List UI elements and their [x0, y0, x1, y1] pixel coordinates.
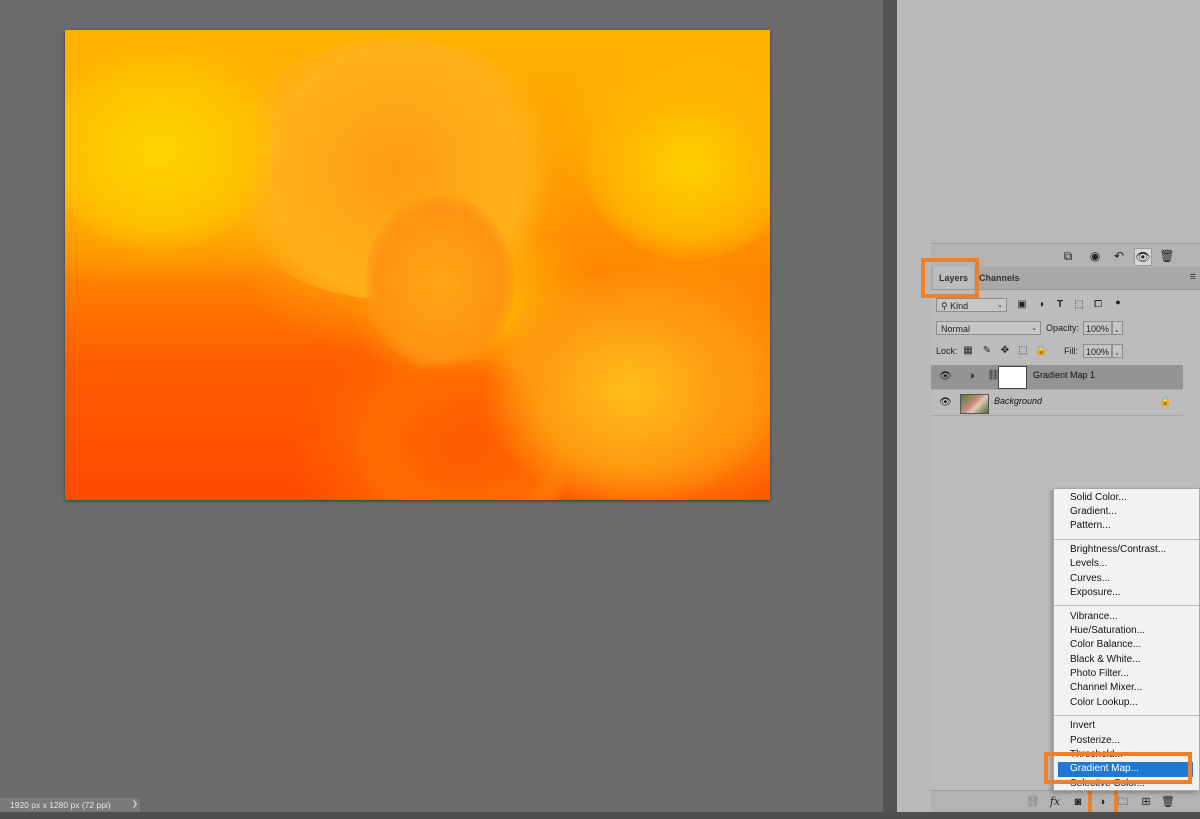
lock-artboard-icon[interactable]: ⬚	[1017, 345, 1029, 357]
document-info[interactable]: 1920 px x 1280 px (72 ppi) ❯	[0, 798, 140, 812]
chevron-down-icon: ⌄	[1114, 350, 1120, 357]
eye-icon[interactable]: 👁	[1134, 248, 1152, 266]
collapsed-panel-strip	[897, 0, 932, 812]
history-panel[interactable]	[931, 0, 1200, 243]
opacity-dropdown[interactable]: ⌄	[1112, 321, 1123, 335]
menu-item-color-balance[interactable]: Color Balance...	[1070, 638, 1141, 652]
blend-mode-select[interactable]: Normal ⌄	[936, 321, 1041, 335]
opacity-label: Opacity:	[1046, 323, 1080, 333]
opacity-value: 100%	[1086, 324, 1110, 334]
panel-menu-icon[interactable]: ≡	[1190, 271, 1196, 283]
eye-icon[interactable]: 👁	[939, 371, 952, 383]
menu-item-color-lookup[interactable]: Color Lookup...	[1070, 696, 1138, 710]
window-bottom-edge	[0, 812, 1200, 819]
lock-transparent-icon[interactable]: ▦	[962, 345, 974, 357]
menu-item-black-white[interactable]: Black & White...	[1070, 653, 1141, 667]
menu-item-levels[interactable]: Levels...	[1070, 557, 1107, 571]
document-image[interactable]	[65, 30, 770, 500]
tab-channels[interactable]: Channels	[973, 267, 1026, 289]
link-layers-icon[interactable]: ⛓	[1025, 794, 1041, 810]
filter-toggle-icon[interactable]: ●	[1112, 296, 1124, 308]
shape-filter-icon[interactable]: ⬚	[1073, 299, 1085, 311]
layer-name: Gradient Map 1	[1033, 370, 1096, 380]
menu-item-hue-saturation[interactable]: Hue/Saturation...	[1070, 624, 1145, 638]
smart-object-filter-icon[interactable]: ⧠	[1092, 299, 1104, 311]
layer-row-gradient-map[interactable]: 👁 ◑ ⛓ Gradient Map 1	[931, 365, 1183, 390]
fill-dropdown[interactable]: ⌄	[1112, 344, 1123, 358]
filter-kind-select[interactable]: ⚲ Kind ⌄	[936, 298, 1007, 312]
canvas-area[interactable]	[0, 0, 883, 798]
fill-input[interactable]: 100%	[1083, 344, 1112, 358]
menu-item-photo-filter[interactable]: Photo Filter...	[1070, 667, 1129, 681]
lock-row: Lock: ▦ ✎ ✥ ⬚ 🔒 Fill: 100% ⌄	[931, 343, 1200, 361]
chevron-right-icon[interactable]: ❯	[132, 798, 138, 812]
menu-separator	[1054, 539, 1199, 540]
fill-value: 100%	[1086, 347, 1110, 357]
menu-item-brightness-contrast[interactable]: Brightness/Contrast...	[1070, 543, 1166, 557]
layer-mask-thumbnail[interactable]	[998, 366, 1027, 389]
lock-paint-icon[interactable]: ✎	[981, 345, 993, 357]
type-filter-icon[interactable]: T	[1054, 299, 1066, 311]
search-icon: ⚲	[941, 301, 948, 311]
layer-row-background[interactable]: 👁 Background 🔒	[931, 391, 1183, 416]
add-mask-icon[interactable]: ◙	[1070, 794, 1086, 810]
layers-footer: ⛓ fx ◙ ◑ 🗀 ⊞ 🗑	[931, 790, 1200, 813]
layer-filter-row: ⚲ Kind ⌄ ▣ ◑ T ⬚ ⧠ ●	[931, 296, 1200, 314]
menu-item-pattern[interactable]: Pattern...	[1070, 519, 1111, 533]
lock-label: Lock:	[936, 346, 958, 356]
eye-icon[interactable]: 👁	[939, 397, 952, 409]
layer-name: Background	[994, 396, 1043, 406]
undo-icon[interactable]: ↶	[1111, 248, 1127, 264]
menu-item-exposure[interactable]: Exposure...	[1070, 586, 1121, 600]
layers-tab-highlight	[921, 258, 979, 298]
trash-icon[interactable]: 🗑	[1159, 248, 1175, 264]
menu-separator	[1054, 605, 1199, 606]
adjustment-layer-icon: ◑	[968, 370, 975, 382]
menu-item-vibrance[interactable]: Vibrance...	[1070, 610, 1118, 624]
panel-gutter	[883, 0, 897, 812]
lock-icon: 🔒	[1159, 396, 1172, 407]
blend-row: Normal ⌄ Opacity: 100% ⌄	[931, 320, 1200, 338]
filter-kind-value: Kind	[950, 301, 969, 311]
trash-icon[interactable]: 🗑	[1160, 794, 1176, 810]
blend-mode-value: Normal	[941, 324, 971, 334]
flowers-shape	[485, 270, 770, 500]
fill-label: Fill:	[1064, 346, 1078, 356]
menu-item-invert[interactable]: Invert	[1070, 719, 1095, 733]
fx-icon[interactable]: fx	[1047, 794, 1063, 810]
menu-item-posterize[interactable]: Posterize...	[1070, 734, 1120, 748]
gradient-map-highlight	[1044, 752, 1192, 784]
layer-thumbnail[interactable]	[960, 394, 989, 414]
chevron-down-icon: ⌄	[1114, 327, 1120, 334]
image-filter-icon[interactable]: ▣	[1016, 299, 1028, 311]
right-blossom-shape	[585, 70, 770, 260]
new-snapshot-icon[interactable]: ⧉	[1060, 248, 1076, 264]
menu-item-gradient[interactable]: Gradient...	[1070, 505, 1117, 519]
menu-item-curves[interactable]: Curves...	[1070, 572, 1110, 586]
opacity-input[interactable]: 100%	[1083, 321, 1112, 335]
document-size-text: 1920 px x 1280 px (72 ppi)	[10, 800, 111, 810]
menu-item-solid-color[interactable]: Solid Color...	[1070, 491, 1127, 505]
lock-position-icon[interactable]: ✥	[999, 345, 1011, 357]
face-shape	[365, 195, 515, 370]
chevron-down-icon: ⌄	[1031, 325, 1037, 332]
adjustment-filter-icon[interactable]: ◑	[1035, 299, 1047, 311]
status-bar: 1920 px x 1280 px (72 ppi) ❯	[0, 798, 883, 812]
menu-separator	[1054, 715, 1199, 716]
visibility-icon[interactable]: ◉	[1087, 248, 1103, 264]
adjustment-layer-menu: Solid Color... Gradient... Pattern... Br…	[1053, 488, 1200, 791]
chevron-down-icon: ⌄	[997, 302, 1003, 309]
lock-all-icon[interactable]: 🔒	[1035, 345, 1047, 357]
menu-item-channel-mixer[interactable]: Channel Mixer...	[1070, 681, 1142, 695]
new-layer-icon[interactable]: ⊞	[1138, 794, 1154, 810]
